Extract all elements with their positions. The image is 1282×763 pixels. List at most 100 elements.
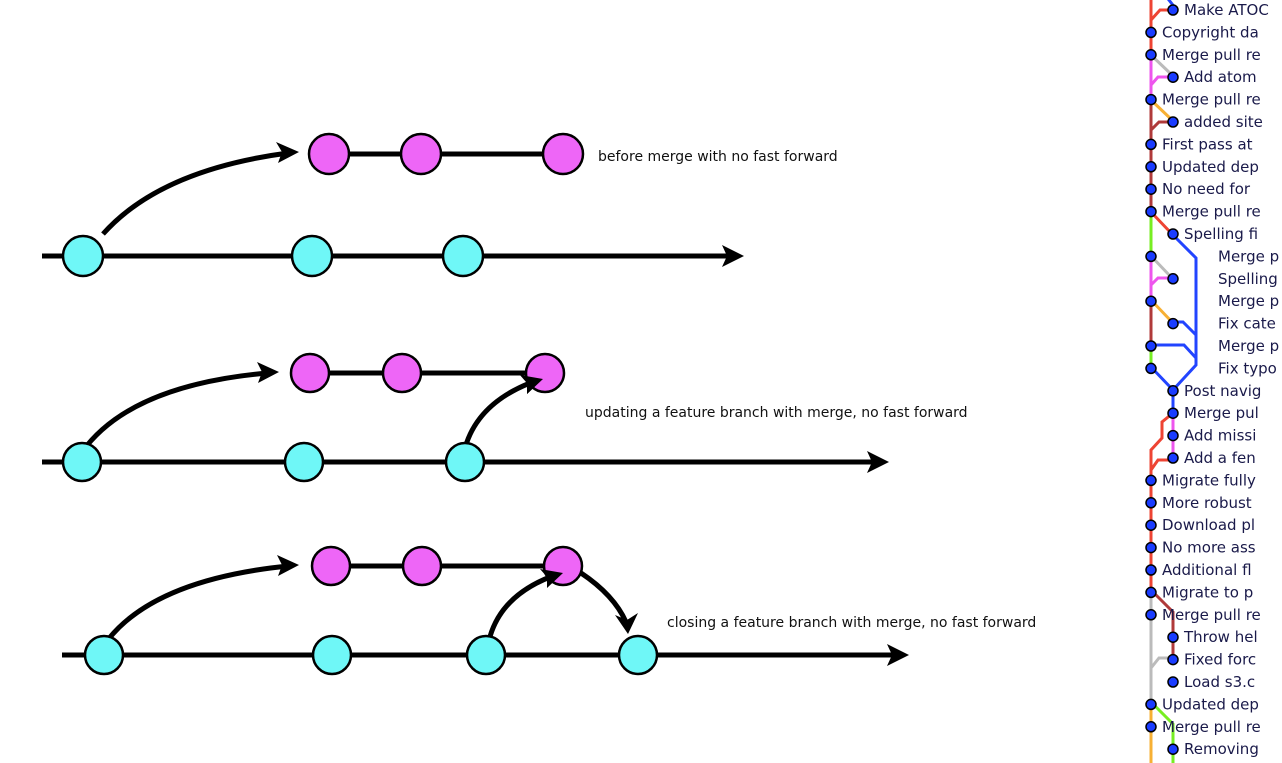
diagram-caption: updating a feature branch with merge, no… bbox=[585, 405, 968, 421]
commit-dot bbox=[1167, 228, 1179, 240]
git-log-row[interactable]: Fixed forc bbox=[1167, 651, 1256, 669]
commit-message: Merge p bbox=[1218, 292, 1279, 310]
commit-dot bbox=[1145, 26, 1157, 39]
git-log-row[interactable]: Merge pull re bbox=[1145, 718, 1261, 736]
git-log-row[interactable]: Fix typo bbox=[1145, 359, 1277, 377]
commit-dot bbox=[1167, 743, 1179, 755]
commit-dot bbox=[1145, 161, 1157, 173]
commit-message: Copyright da bbox=[1162, 23, 1259, 41]
commit-message: Fixed forc bbox=[1184, 651, 1256, 669]
git-log-row[interactable]: Merge p bbox=[1145, 292, 1279, 310]
git-log-row[interactable]: More robust bbox=[1145, 494, 1252, 512]
git-log-row[interactable]: Make ATOC bbox=[1167, 1, 1269, 19]
git-log-row[interactable]: Add a fen bbox=[1167, 449, 1256, 467]
commit-message: Additional fl bbox=[1162, 561, 1252, 579]
git-log-row[interactable]: Copyright da bbox=[1145, 23, 1259, 41]
git-log-row[interactable]: Add missi bbox=[1167, 427, 1256, 445]
feature-commit bbox=[381, 352, 423, 394]
commit-dot bbox=[1167, 71, 1179, 83]
commit-dot bbox=[1145, 93, 1157, 106]
commit-message: Add missi bbox=[1184, 427, 1256, 445]
commit-message: Load s3.c bbox=[1184, 673, 1255, 691]
commit-dot bbox=[1167, 429, 1179, 442]
commit-dot bbox=[1167, 385, 1179, 397]
diagram-close-feature: closing a feature branch with merge, no … bbox=[62, 545, 1036, 676]
git-log-row[interactable]: Load s3.c bbox=[1167, 673, 1255, 691]
git-log-row[interactable]: Merge p bbox=[1145, 247, 1279, 265]
git-log-row[interactable]: Removing bbox=[1167, 740, 1259, 758]
commit-dot bbox=[1145, 721, 1157, 733]
main-commit bbox=[61, 441, 103, 483]
git-log-row[interactable]: No more ass bbox=[1145, 539, 1256, 557]
commit-dot bbox=[1145, 586, 1157, 599]
git-log-row[interactable]: Updated dep bbox=[1145, 158, 1259, 176]
main-commit bbox=[61, 234, 105, 278]
commit-message: added site bbox=[1184, 113, 1263, 131]
main-commit bbox=[83, 634, 125, 676]
commit-dot bbox=[1145, 205, 1157, 218]
close-merge-arrow bbox=[579, 570, 629, 624]
git-log-row[interactable]: Merge pul bbox=[1167, 404, 1259, 422]
git-log-row[interactable]: No need for bbox=[1145, 180, 1251, 198]
git-log-row[interactable]: Spelling bbox=[1167, 270, 1278, 288]
git-log-row[interactable]: Post navig bbox=[1167, 382, 1261, 400]
lane-line bbox=[1170, 232, 1198, 392]
commit-message: No need for bbox=[1162, 180, 1251, 198]
git-log-row[interactable]: Migrate to p bbox=[1145, 583, 1253, 601]
commit-dot bbox=[1167, 653, 1179, 666]
git-log-row[interactable]: Merge pull re bbox=[1145, 203, 1261, 221]
commit-message: More robust bbox=[1162, 494, 1252, 512]
merge-arrow bbox=[485, 574, 551, 646]
main-commit bbox=[311, 634, 353, 676]
commit-message: Spelling fi bbox=[1184, 225, 1258, 243]
commit-dot bbox=[1145, 138, 1157, 151]
commit-dot bbox=[1167, 676, 1179, 688]
commit-message: Merge p bbox=[1218, 337, 1279, 355]
git-log-row[interactable]: Merge pull re bbox=[1145, 91, 1261, 109]
commit-message: Spelling bbox=[1218, 270, 1278, 288]
merge-arrow bbox=[461, 380, 531, 453]
commit-message: Add atom bbox=[1184, 68, 1257, 86]
git-log-row[interactable]: Additional fl bbox=[1145, 561, 1252, 579]
commit-dot bbox=[1145, 698, 1157, 711]
commit-message: Post navig bbox=[1184, 382, 1261, 400]
commit-dot bbox=[1167, 116, 1179, 128]
git-log-row[interactable]: added site bbox=[1167, 113, 1263, 131]
commit-dot bbox=[1145, 183, 1157, 195]
lane-line bbox=[1151, 343, 1198, 360]
feature-commit bbox=[310, 545, 352, 587]
git-log-row[interactable]: Migrate fully bbox=[1145, 471, 1256, 489]
branch-arrow bbox=[79, 370, 269, 454]
feature-commit bbox=[401, 545, 443, 587]
git-log-row[interactable]: Merge pull re bbox=[1145, 46, 1261, 64]
main-commit bbox=[617, 634, 659, 676]
git-log-row[interactable]: Add atom bbox=[1167, 68, 1257, 86]
commit-message: Make ATOC bbox=[1184, 1, 1269, 19]
git-log-row[interactable]: Throw hel bbox=[1167, 628, 1258, 646]
commit-message: Merge pull re bbox=[1162, 46, 1261, 64]
main-commit bbox=[283, 441, 325, 483]
branch-arrow bbox=[101, 150, 289, 236]
commit-message: Merge pul bbox=[1184, 404, 1259, 422]
branch-arrow bbox=[101, 563, 289, 647]
feature-commit bbox=[541, 132, 585, 176]
main-commit bbox=[290, 234, 334, 278]
git-log-row[interactable]: Download pl bbox=[1145, 516, 1255, 534]
commit-message: Fix cate bbox=[1218, 315, 1276, 333]
close-merge-arrowhead bbox=[615, 613, 638, 634]
git-log-row[interactable]: First pass at bbox=[1145, 135, 1253, 153]
commit-message: Merge pull re bbox=[1162, 606, 1261, 624]
commit-message: Updated dep bbox=[1162, 695, 1259, 713]
git-log-row[interactable]: Updated dep bbox=[1145, 695, 1259, 713]
diagram-before-merge: before merge with no fast forward bbox=[42, 132, 838, 278]
git-log-row[interactable]: Spelling fi bbox=[1167, 225, 1258, 243]
commit-message: Migrate to p bbox=[1162, 583, 1253, 601]
git-merge-diagram: before merge with no fast forward updati… bbox=[42, 0, 1279, 763]
git-log-row[interactable]: Merge pull re bbox=[1145, 606, 1261, 624]
main-commit bbox=[441, 234, 485, 278]
commit-dot bbox=[1167, 273, 1179, 285]
commit-message: Updated dep bbox=[1162, 158, 1259, 176]
commit-message: Throw hel bbox=[1183, 628, 1258, 646]
main-commit bbox=[444, 441, 486, 483]
commit-message: Migrate fully bbox=[1162, 471, 1256, 489]
